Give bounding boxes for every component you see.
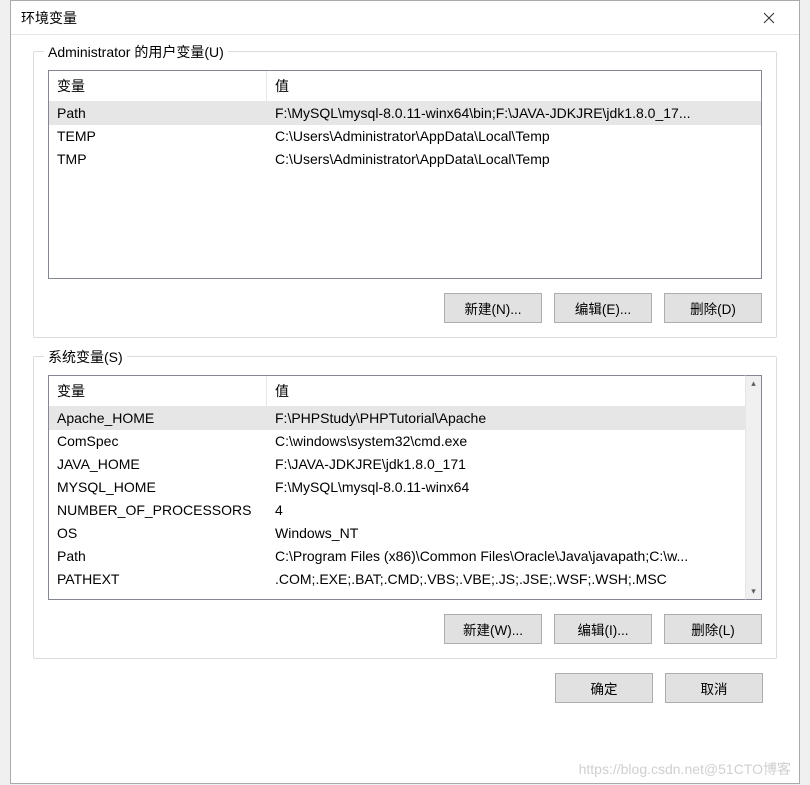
user-vars-group: Administrator 的用户变量(U) 变量 值 PathF:\MySQL…: [33, 51, 777, 338]
system-vars-buttons: 新建(W)... 编辑(I)... 删除(L): [48, 614, 762, 644]
cell-variable: Path: [49, 102, 267, 125]
table-row[interactable]: ComSpecC:\windows\system32\cmd.exe: [49, 430, 745, 453]
column-header-value[interactable]: 值: [267, 71, 761, 101]
table-row[interactable]: PathF:\MySQL\mysql-8.0.11-winx64\bin;F:\…: [49, 102, 761, 125]
cell-value: 4: [267, 499, 745, 522]
system-vars-header: 变量 值: [49, 376, 745, 407]
cell-variable: MYSQL_HOME: [49, 476, 267, 499]
cell-value: Windows_NT: [267, 522, 745, 545]
scroll-up-icon: ▴: [751, 376, 756, 391]
system-vars-label: 系统变量(S): [44, 347, 127, 367]
cell-variable: TMP: [49, 148, 267, 171]
table-row[interactable]: TMPC:\Users\Administrator\AppData\Local\…: [49, 148, 761, 171]
cell-value: F:\MySQL\mysql-8.0.11-winx64\bin;F:\JAVA…: [267, 102, 761, 125]
cell-value: C:\Users\Administrator\AppData\Local\Tem…: [267, 125, 761, 148]
column-header-variable[interactable]: 变量: [49, 376, 267, 406]
table-row[interactable]: Apache_HOMEF:\PHPStudy\PHPTutorial\Apach…: [49, 407, 745, 430]
cell-value: C:\Program Files (x86)\Common Files\Orac…: [267, 545, 745, 568]
cancel-button[interactable]: 取消: [665, 673, 763, 703]
cell-value: C:\windows\system32\cmd.exe: [267, 430, 745, 453]
user-new-label: 新建(N)...: [465, 298, 522, 318]
env-vars-dialog: 环境变量 Administrator 的用户变量(U) 变量 值 PathF:\…: [10, 0, 800, 784]
cell-value: .COM;.EXE;.BAT;.CMD;.VBS;.VBE;.JS;.JSE;.…: [267, 568, 745, 591]
ok-label: 确定: [591, 678, 618, 698]
ok-button[interactable]: 确定: [555, 673, 653, 703]
table-row[interactable]: JAVA_HOMEF:\JAVA-JDKJRE\jdk1.8.0_171: [49, 453, 745, 476]
cell-variable: Apache_HOME: [49, 407, 267, 430]
close-icon: [763, 12, 775, 24]
cell-variable: PATHEXT: [49, 568, 267, 591]
cell-variable: Path: [49, 545, 267, 568]
system-new-button[interactable]: 新建(W)...: [444, 614, 542, 644]
dialog-body: Administrator 的用户变量(U) 变量 值 PathF:\MySQL…: [11, 35, 799, 783]
table-row[interactable]: TEMPC:\Users\Administrator\AppData\Local…: [49, 125, 761, 148]
cell-value: C:\Users\Administrator\AppData\Local\Tem…: [267, 148, 761, 171]
window-title: 环境变量: [21, 8, 749, 28]
cancel-label: 取消: [701, 678, 728, 698]
user-vars-buttons: 新建(N)... 编辑(E)... 删除(D): [48, 293, 762, 323]
user-new-button[interactable]: 新建(N)...: [444, 293, 542, 323]
cell-value: F:\MySQL\mysql-8.0.11-winx64: [267, 476, 745, 499]
cell-variable: TEMP: [49, 125, 267, 148]
cell-variable: JAVA_HOME: [49, 453, 267, 476]
close-button[interactable]: [749, 1, 789, 34]
user-edit-label: 编辑(E)...: [575, 298, 631, 318]
user-delete-button[interactable]: 删除(D): [664, 293, 762, 323]
cell-value: F:\JAVA-JDKJRE\jdk1.8.0_171: [267, 453, 745, 476]
system-new-label: 新建(W)...: [463, 619, 523, 639]
system-edit-label: 编辑(I)...: [578, 619, 629, 639]
user-delete-label: 删除(D): [690, 298, 736, 318]
titlebar: 环境变量: [11, 1, 799, 35]
column-header-variable[interactable]: 变量: [49, 71, 267, 101]
system-vars-body: Apache_HOMEF:\PHPStudy\PHPTutorial\Apach…: [49, 407, 745, 599]
user-edit-button[interactable]: 编辑(E)...: [554, 293, 652, 323]
cell-value: F:\PHPStudy\PHPTutorial\Apache: [267, 407, 745, 430]
watermark-text: https://blog.csdn.net@51CTO博客: [579, 759, 791, 779]
scroll-down-icon: ▾: [751, 584, 756, 599]
table-row[interactable]: MYSQL_HOMEF:\MySQL\mysql-8.0.11-winx64: [49, 476, 745, 499]
table-row[interactable]: PathC:\Program Files (x86)\Common Files\…: [49, 545, 745, 568]
system-vars-scrollbar[interactable]: ▴ ▾: [745, 375, 762, 600]
system-delete-button[interactable]: 删除(L): [664, 614, 762, 644]
user-vars-label: Administrator 的用户变量(U): [44, 42, 228, 62]
system-vars-listview[interactable]: 变量 值 Apache_HOMEF:\PHPStudy\PHPTutorial\…: [48, 375, 762, 600]
dialog-footer-buttons: 确定 取消: [33, 673, 777, 703]
user-vars-body: PathF:\MySQL\mysql-8.0.11-winx64\bin;F:\…: [49, 102, 761, 278]
cell-variable: NUMBER_OF_PROCESSORS: [49, 499, 267, 522]
column-header-value[interactable]: 值: [267, 376, 745, 406]
user-vars-header: 变量 值: [49, 71, 761, 102]
system-delete-label: 删除(L): [691, 619, 735, 639]
system-vars-group: 系统变量(S) 变量 值 Apache_HOMEF:\PHPStudy\PHPT…: [33, 356, 777, 659]
cell-variable: ComSpec: [49, 430, 267, 453]
user-vars-listview[interactable]: 变量 值 PathF:\MySQL\mysql-8.0.11-winx64\bi…: [48, 70, 762, 279]
system-edit-button[interactable]: 编辑(I)...: [554, 614, 652, 644]
cell-variable: OS: [49, 522, 267, 545]
table-row[interactable]: OSWindows_NT: [49, 522, 745, 545]
table-row[interactable]: NUMBER_OF_PROCESSORS4: [49, 499, 745, 522]
table-row[interactable]: PATHEXT.COM;.EXE;.BAT;.CMD;.VBS;.VBE;.JS…: [49, 568, 745, 591]
